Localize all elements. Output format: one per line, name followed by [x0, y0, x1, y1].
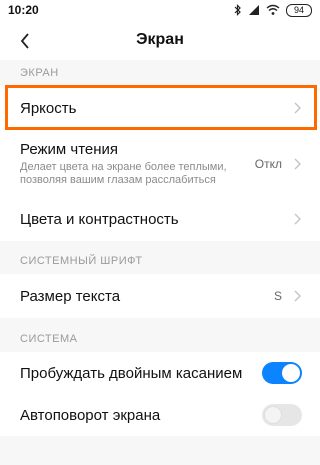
app-header: Экран: [0, 20, 320, 60]
chevron-right-icon: [294, 102, 301, 114]
setting-brightness[interactable]: Яркость: [0, 86, 320, 130]
double-tap-toggle[interactable]: [262, 362, 302, 384]
chevron-right-icon: [294, 213, 301, 225]
setting-reading-mode-title: Режим чтения: [20, 140, 119, 158]
chevron-right-icon: [294, 158, 301, 169]
section-label-font: СИСТЕМНЫЙ ШРИФТ: [0, 241, 320, 274]
setting-colors-contrast[interactable]: Цвета и контрастность: [0, 197, 320, 241]
section-label-screen: ЭКРАН: [0, 60, 320, 86]
subtitle-line: Делает цвета на экране более теплыми,: [20, 160, 227, 173]
status-time: 10:20: [8, 3, 39, 17]
setting-reading-mode[interactable]: Режим чтения Делает цвета на экране боле…: [0, 130, 320, 197]
setting-colors-title: Цвета и контрастность: [20, 210, 179, 228]
bluetooth-icon: [234, 4, 241, 16]
toggle-knob: [282, 364, 300, 382]
battery-icon: 94: [286, 3, 312, 17]
setting-auto-rotate[interactable]: Автоповорот экрана: [0, 394, 320, 436]
setting-reading-mode-value: Откл: [254, 156, 282, 171]
bottom-spacer: [0, 436, 320, 465]
chevron-right-icon: [294, 290, 301, 302]
setting-reading-mode-subtitle: Делает цвета на экране более теплыми, по…: [20, 161, 255, 187]
wifi-icon: [266, 4, 280, 15]
setting-text-size-value: S: [273, 289, 282, 303]
back-button[interactable]: [14, 30, 36, 52]
auto-rotate-toggle[interactable]: [262, 404, 302, 426]
setting-text-size[interactable]: Размер текста S: [0, 274, 320, 318]
signal-icon: [249, 5, 259, 15]
setting-brightness-title: Яркость: [20, 99, 77, 117]
page-title: Экран: [136, 31, 184, 48]
setting-double-tap-title: Пробуждать двойным касанием: [20, 364, 243, 382]
setting-text-size-title: Размер текста: [20, 287, 121, 305]
status-bar: 10:20 94: [0, 0, 320, 20]
toggle-knob: [264, 406, 282, 424]
section-label-system: СИСТЕМА: [0, 318, 320, 352]
back-arrow-icon: [20, 33, 29, 49]
subtitle-line: позволяя вашим глазам расслабиться: [20, 173, 216, 186]
status-icons: 94: [234, 3, 312, 17]
setting-double-tap[interactable]: Пробуждать двойным касанием: [0, 352, 320, 394]
setting-auto-rotate-title: Автоповорот экрана: [20, 406, 161, 424]
